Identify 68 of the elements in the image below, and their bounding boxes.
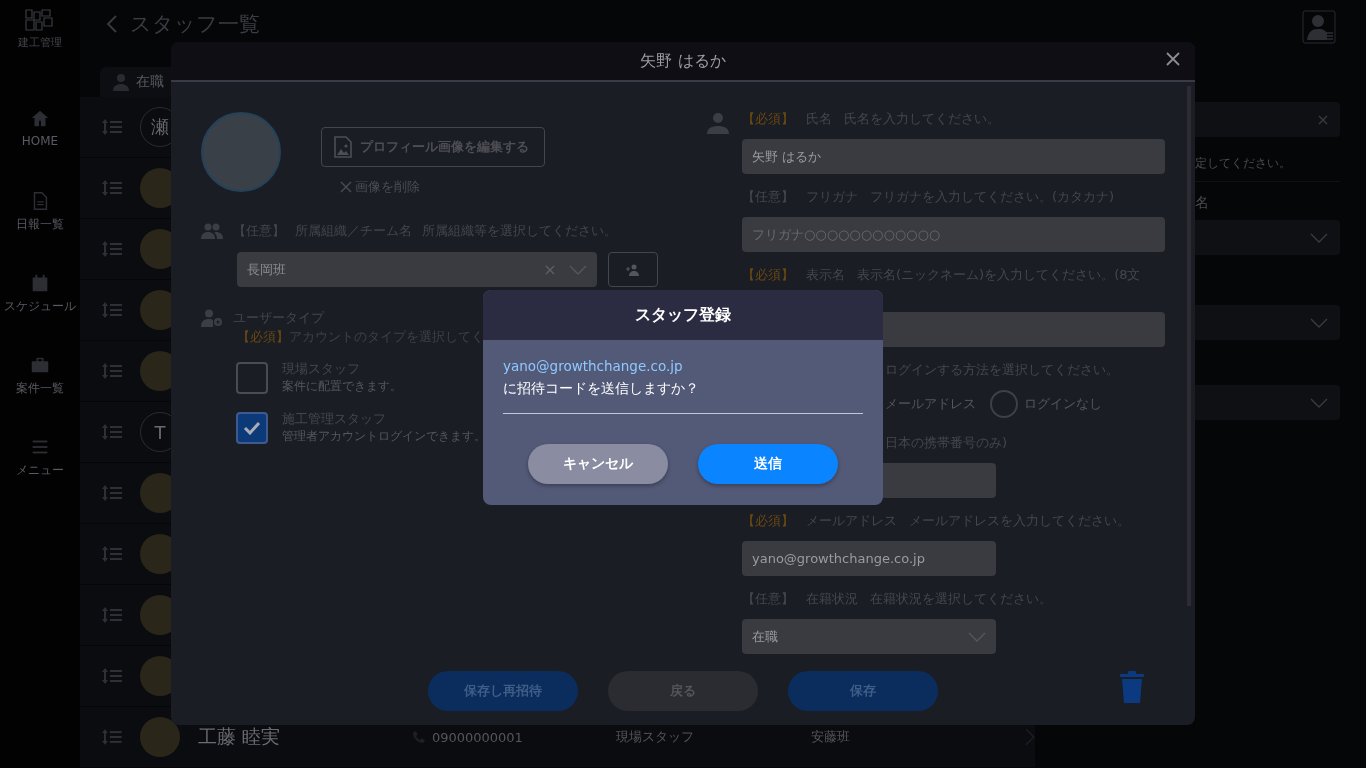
status-select[interactable]: 在職	[742, 619, 996, 654]
chevron-down-icon	[968, 631, 986, 642]
back-chevron-icon[interactable]	[106, 14, 118, 34]
filter-select[interactable]	[1195, 305, 1340, 340]
dialog-title: スタッフ登録	[483, 290, 883, 340]
sort-list-icon	[102, 301, 122, 319]
user-profile-icon[interactable]	[1302, 10, 1336, 44]
cancel-button[interactable]: キャンセル	[528, 444, 668, 484]
sort-list-icon	[102, 423, 122, 441]
chevron-down-icon	[569, 264, 587, 275]
nav-item[interactable]: 日報一覧	[0, 186, 80, 266]
staff-team: 安藤班	[810, 728, 851, 746]
sort-list-icon	[102, 179, 122, 197]
checkmark-icon	[243, 420, 261, 435]
filter-select[interactable]	[1195, 385, 1340, 420]
filter-select[interactable]	[1195, 220, 1340, 255]
trash-icon[interactable]	[1119, 671, 1145, 703]
sort-list-icon	[102, 118, 122, 136]
nav-item[interactable]: 案件一覧	[0, 350, 80, 430]
image-file-icon	[334, 136, 352, 158]
team-select[interactable]: 長岡班	[237, 252, 597, 287]
sort-list-icon	[102, 667, 122, 685]
chevron-down-icon	[1310, 232, 1328, 243]
person-icon	[112, 73, 130, 91]
add-team-button[interactable]	[608, 252, 658, 287]
group-add-icon	[625, 263, 641, 276]
chevron-right-icon	[1025, 728, 1035, 746]
field-tag: 【必須】	[742, 264, 794, 286]
sort-list-icon	[102, 545, 122, 563]
field-tag: 【必須】	[237, 329, 289, 344]
staff-phone: 09000000001	[431, 729, 523, 745]
logo-text: 建工管理	[18, 35, 62, 50]
clear-icon[interactable]	[545, 264, 555, 275]
group-icon	[201, 223, 223, 239]
nav-item[interactable]: メニュー	[0, 432, 80, 512]
field-tag: 【必須】	[742, 510, 794, 532]
chevron-down-icon	[1310, 397, 1328, 408]
sort-list-icon	[102, 484, 122, 502]
sort-list-icon	[102, 362, 122, 380]
checkbox[interactable]	[236, 411, 268, 444]
user-settings-icon	[201, 309, 223, 327]
clear-icon[interactable]	[1318, 114, 1328, 125]
sort-list-icon	[102, 606, 122, 624]
staff-type: 現場スタッフ	[616, 728, 696, 746]
page-title: スタッフ一覧	[130, 11, 260, 38]
x-icon	[340, 181, 352, 193]
person-icon	[707, 112, 729, 134]
dialog-email: yano@growthchange.co.jp	[503, 358, 684, 374]
nav-item[interactable]: スケジュール	[0, 268, 80, 348]
status-tab[interactable]: 在職	[100, 67, 171, 97]
filter-label: 名	[1195, 194, 1209, 212]
sort-list-icon	[102, 240, 122, 258]
radio-circle[interactable]	[990, 390, 1018, 418]
staff-name: 工藤 睦実	[197, 724, 281, 749]
field-tag: 【必須】	[742, 108, 794, 130]
checkbox[interactable]	[236, 361, 268, 394]
chevron-down-icon	[1310, 317, 1328, 328]
input-field[interactable]: 矢野 はるか	[742, 139, 1165, 174]
avatar-photo-placeholder	[139, 717, 180, 757]
filter-hint: 定してください。	[1195, 155, 1292, 172]
sort-list-icon	[102, 728, 122, 746]
input-field[interactable]: yano@growthchange.co.jp	[742, 541, 996, 576]
send-button[interactable]: 送信	[698, 444, 838, 484]
nav-item[interactable]: HOME	[0, 104, 80, 184]
filter-field[interactable]	[1195, 102, 1340, 137]
dialog-message: に招待コードを送信しますか？	[503, 380, 700, 398]
modal-title: 矢野 はるか	[640, 50, 726, 72]
close-icon	[1165, 51, 1181, 67]
